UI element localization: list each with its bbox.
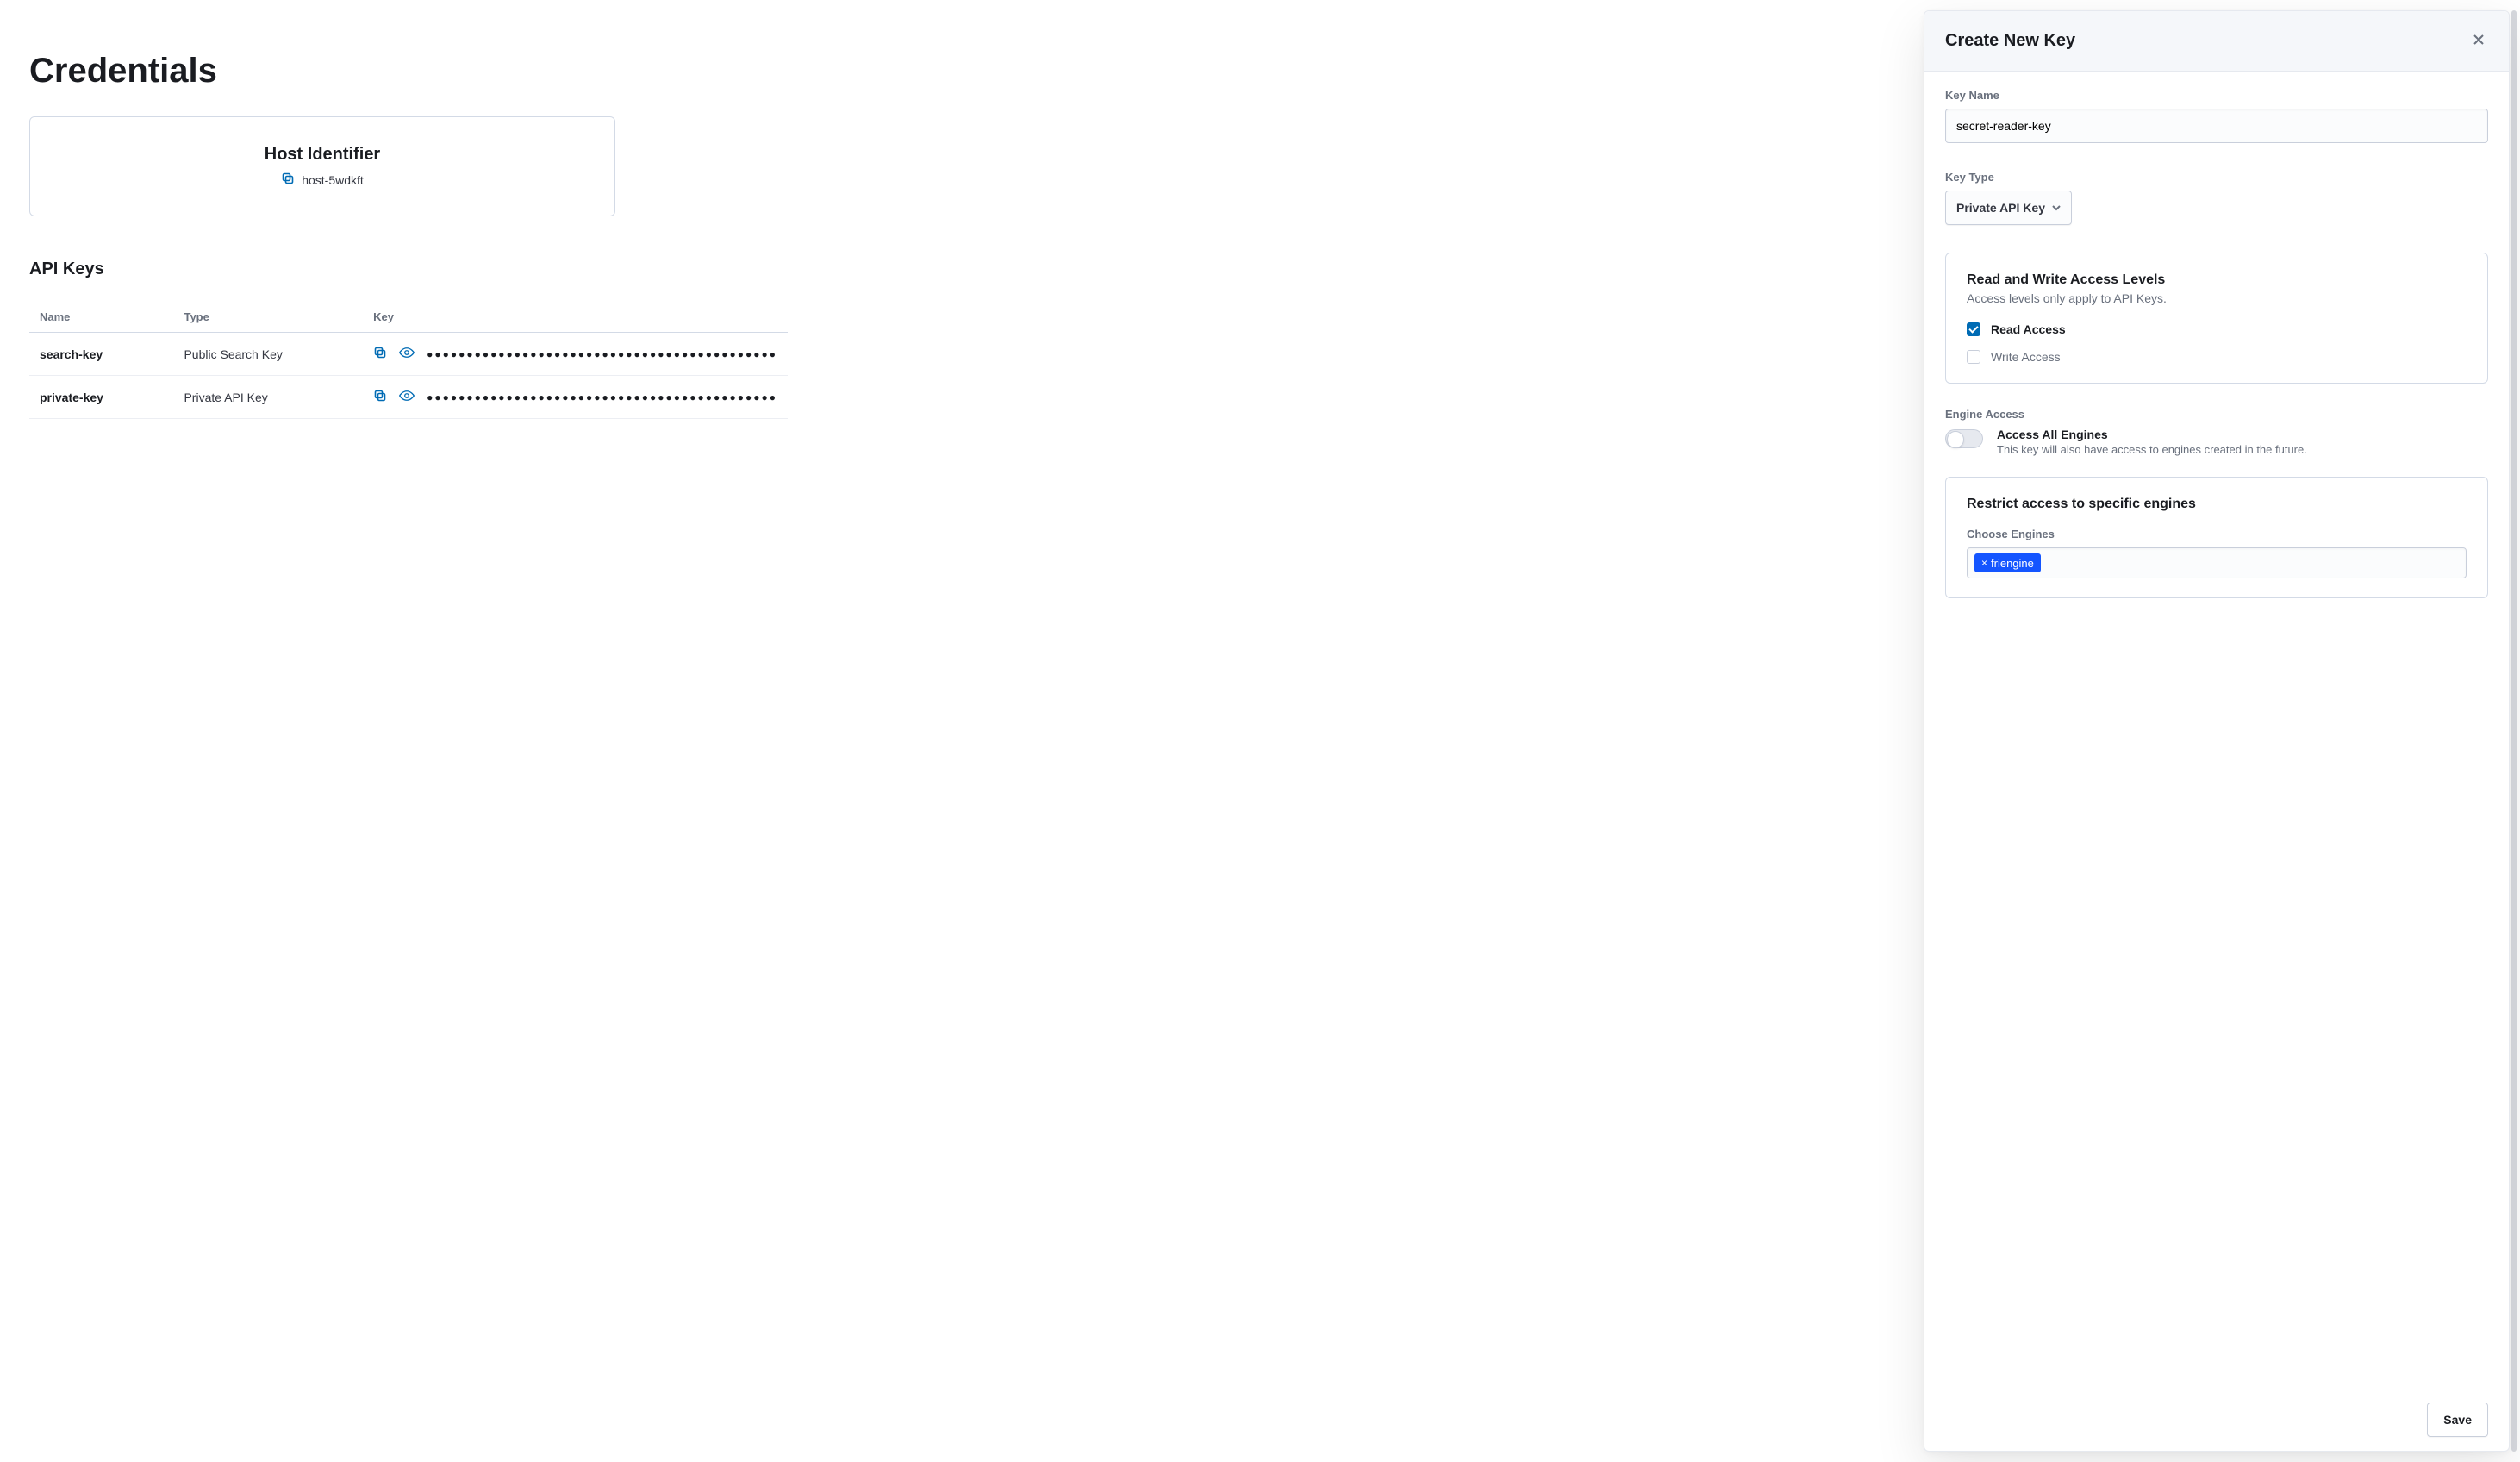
write-access-label: Write Access	[1991, 350, 2061, 364]
close-button[interactable]	[2469, 30, 2488, 52]
remove-token-icon[interactable]: ×	[1981, 558, 1987, 568]
api-keys-heading: API Keys	[29, 259, 1212, 279]
access-levels-subtitle: Access levels only apply to API Keys.	[1967, 291, 2467, 305]
restrict-engines-title: Restrict access to specific engines	[1967, 497, 2467, 512]
masked-key: ●●●●●●●●●●●●●●●●●●●●●●●●●●●●●●●●●●●●●●●●…	[427, 348, 777, 360]
masked-key: ●●●●●●●●●●●●●●●●●●●●●●●●●●●●●●●●●●●●●●●●…	[427, 391, 777, 403]
copy-icon[interactable]	[281, 172, 295, 188]
key-value-cell: ●●●●●●●●●●●●●●●●●●●●●●●●●●●●●●●●●●●●●●●●…	[363, 376, 788, 419]
key-name-group: Key Name	[1945, 89, 2488, 143]
flyout-title: Create New Key	[1945, 31, 2075, 51]
host-identifier-card: Host Identifier host-5wdkft	[29, 116, 615, 216]
restrict-engines-card: Restrict access to specific engines Choo…	[1945, 477, 2488, 598]
key-type-label: Key Type	[1945, 171, 2488, 184]
key-type: Private API Key	[173, 376, 363, 419]
reveal-icon[interactable]	[399, 345, 415, 363]
flyout-body: Key Name Key Type Private API Key Read a…	[1924, 72, 2509, 1389]
save-button[interactable]: Save	[2427, 1403, 2488, 1437]
table-row: private-key Private API Key ●●●●●●●●●●●●…	[29, 376, 788, 419]
engine-token[interactable]: × friengine	[1974, 553, 2041, 572]
col-type: Type	[173, 302, 363, 333]
engine-access-label: Engine Access	[1945, 408, 2488, 421]
engine-token-label: friengine	[1991, 557, 2034, 570]
choose-engines-input[interactable]: × friengine	[1967, 547, 2467, 578]
copy-icon[interactable]	[373, 346, 387, 362]
create-key-flyout: Create New Key Key Name Key Type Private…	[1924, 10, 2510, 1452]
access-levels-card: Read and Write Access Levels Access leve…	[1945, 253, 2488, 384]
flyout-footer: Save	[1924, 1389, 2509, 1451]
host-identifier-label: Host Identifier	[58, 145, 587, 165]
access-levels-title: Read and Write Access Levels	[1967, 272, 2467, 288]
key-name: search-key	[29, 333, 173, 376]
access-all-row: Access All Engines This key will also ha…	[1945, 428, 2488, 456]
key-type-select[interactable]: Private API Key	[1945, 191, 2072, 225]
scrollbar[interactable]	[2511, 10, 2517, 1452]
key-type-value: Private API Key	[1956, 201, 2045, 215]
chevron-down-icon	[2052, 201, 2061, 215]
credentials-page: Credentials Host Identifier host-5wdkft …	[0, 0, 1241, 448]
table-row: search-key Public Search Key ●●●●●●●●●●●…	[29, 333, 788, 376]
write-access-checkbox[interactable]	[1967, 350, 1980, 364]
host-identifier-row: host-5wdkft	[281, 172, 364, 188]
read-access-label: Read Access	[1991, 322, 2066, 336]
page-title: Credentials	[29, 52, 1212, 91]
key-name: private-key	[29, 376, 173, 419]
host-identifier-value: host-5wdkft	[302, 173, 364, 187]
key-type: Public Search Key	[173, 333, 363, 376]
choose-engines-label: Choose Engines	[1967, 528, 2467, 540]
key-value-cell: ●●●●●●●●●●●●●●●●●●●●●●●●●●●●●●●●●●●●●●●●…	[363, 333, 788, 376]
col-name: Name	[29, 302, 173, 333]
api-keys-table: Name Type Key search-key Public Search K…	[29, 302, 788, 419]
access-all-switch[interactable]	[1945, 429, 1983, 448]
key-type-group: Key Type Private API Key	[1945, 171, 2488, 225]
reveal-icon[interactable]	[399, 388, 415, 406]
read-access-row: Read Access	[1967, 322, 2467, 336]
access-all-subtitle: This key will also have access to engine…	[1997, 443, 2307, 456]
key-name-label: Key Name	[1945, 89, 2488, 102]
close-icon	[2473, 35, 2485, 48]
access-all-title: Access All Engines	[1997, 428, 2307, 441]
key-name-input[interactable]	[1945, 109, 2488, 143]
copy-icon[interactable]	[373, 389, 387, 405]
read-access-checkbox[interactable]	[1967, 322, 1980, 336]
write-access-row: Write Access	[1967, 350, 2467, 364]
col-key: Key	[363, 302, 788, 333]
access-all-text: Access All Engines This key will also ha…	[1997, 428, 2307, 456]
flyout-header: Create New Key	[1924, 11, 2509, 72]
